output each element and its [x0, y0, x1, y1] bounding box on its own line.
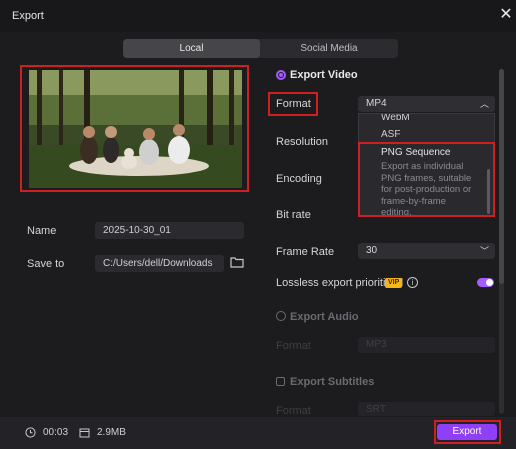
export-button[interactable]: Export [437, 424, 497, 440]
export-audio-radio[interactable] [276, 311, 286, 321]
dropdown-item-webm[interactable]: WebM [381, 114, 410, 123]
frame-rate-value: 30 [366, 245, 378, 256]
name-label: Name [27, 225, 57, 237]
tab-bar: Local Social Media [123, 39, 398, 58]
frame-rate-select[interactable]: 30 ﹀ [358, 243, 495, 259]
vip-badge: VIP [385, 278, 403, 288]
title-bar [0, 0, 516, 32]
png-sequence-highlight [358, 142, 495, 217]
lossless-toggle[interactable] [477, 278, 494, 287]
duration-text: 00:03 [43, 427, 69, 438]
format-label: Format [276, 98, 311, 110]
format-select[interactable]: MP4 ︿ [358, 96, 495, 112]
dialog-title: Export [12, 10, 44, 22]
name-input[interactable]: 2025-10-30_01 [95, 222, 244, 239]
tab-local[interactable]: Local [123, 39, 260, 58]
subtitle-format-value: SRT [366, 404, 386, 415]
subtitle-format-label: Format [276, 405, 311, 417]
chevron-up-icon: ︿ [479, 99, 489, 109]
export-video-radio[interactable] [276, 70, 286, 80]
dropdown-item-asf[interactable]: ASF [381, 129, 400, 140]
audio-format-value: MP3 [366, 339, 387, 350]
clock-icon [25, 427, 36, 438]
info-icon[interactable]: i [407, 277, 418, 288]
tab-social-media[interactable]: Social Media [260, 39, 398, 58]
save-to-label: Save to [27, 258, 65, 270]
preview-highlight [20, 65, 249, 192]
audio-format-label: Format [276, 340, 311, 352]
file-size-icon [79, 427, 90, 438]
export-subtitles-checkbox[interactable] [276, 377, 285, 386]
resolution-label: Resolution [276, 136, 328, 148]
encoding-label: Encoding [276, 173, 322, 185]
export-video-label: Export Video [290, 69, 358, 81]
close-icon[interactable]: ✕ [496, 5, 516, 25]
export-subtitles-label: Export Subtitles [290, 376, 375, 388]
frame-rate-label: Frame Rate [276, 246, 335, 258]
file-size-text: 2.9MB [97, 427, 126, 438]
export-audio-label: Export Audio [290, 311, 359, 323]
subtitle-format-select[interactable]: SRT [358, 402, 495, 416]
panel-scrollbar-thumb[interactable] [499, 69, 504, 284]
audio-format-select[interactable]: MP3 [358, 337, 495, 353]
format-value: MP4 [366, 98, 387, 109]
folder-icon[interactable] [230, 255, 244, 269]
bitrate-label: Bit rate [276, 209, 311, 221]
save-path-input[interactable]: C:/Users/dell/Downloads [95, 255, 224, 272]
chevron-down-icon: ﹀ [479, 246, 489, 256]
